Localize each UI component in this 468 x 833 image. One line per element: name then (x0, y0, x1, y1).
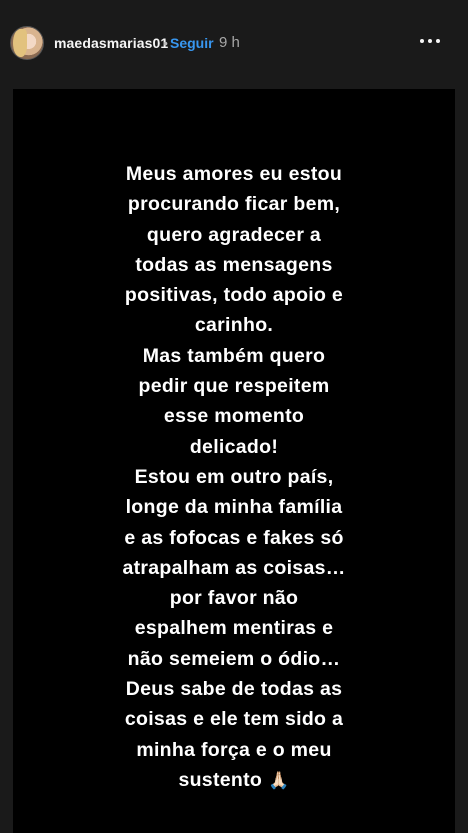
dot-3 (436, 39, 440, 43)
story-line: Meus amores eu estou (125, 163, 343, 185)
story-header: maedasmarias01 • Seguir 9 h (0, 0, 468, 84)
story-line: pedir que respeitem (138, 375, 330, 398)
story-line: minha força e o meu (136, 738, 332, 761)
story-line: longe da minha família (125, 496, 343, 519)
story-line-last: sustento 🙏🏻 (13, 765, 455, 796)
username[interactable]: maedasmarias01 (54, 35, 168, 51)
praying-hands-icon: 🙏🏻 (268, 770, 290, 790)
story-line: não semeiem o ódio… (127, 647, 341, 670)
story-line: Deus sabe de todas as (125, 678, 343, 701)
story-viewer: maedasmarias01 • Seguir 9 h Meus amores … (0, 0, 468, 833)
story-line: procurando ficar bem, (127, 193, 341, 216)
story-line-text: sustento (178, 768, 263, 791)
story-line: delicado! (189, 435, 279, 458)
story-line: todas as mensagens (135, 253, 333, 276)
story-line: carinho. (194, 314, 274, 337)
story-line: Mas também quero (142, 344, 326, 367)
story-line: atrapalham as coisas… (122, 556, 346, 579)
dot-2 (428, 39, 432, 43)
story-line: esse momento (163, 405, 305, 428)
story-line: espalhem mentiras e (134, 617, 334, 640)
follow-button[interactable]: Seguir (170, 35, 214, 51)
story-line: positivas, todo apoio e (124, 284, 344, 307)
story-image[interactable]: Meus amores eu estou procurando ficar be… (13, 89, 455, 833)
separator-dot: • (163, 35, 168, 51)
story-line: quero agradecer a (146, 223, 322, 246)
avatar[interactable] (10, 26, 44, 60)
avatar-hair-shape (13, 29, 27, 57)
story-line: Estou em outro país, (134, 465, 334, 488)
story-line: por favor não (169, 587, 299, 610)
story-line: e as fofocas e fakes só (124, 526, 344, 549)
story-line: coisas e ele tem sido a (124, 708, 344, 731)
post-time: 9 h (219, 34, 240, 51)
dot-1 (420, 39, 424, 43)
more-dots-icon[interactable] (416, 30, 444, 52)
story-text: Meus amores eu estou procurando ficar be… (13, 159, 455, 796)
